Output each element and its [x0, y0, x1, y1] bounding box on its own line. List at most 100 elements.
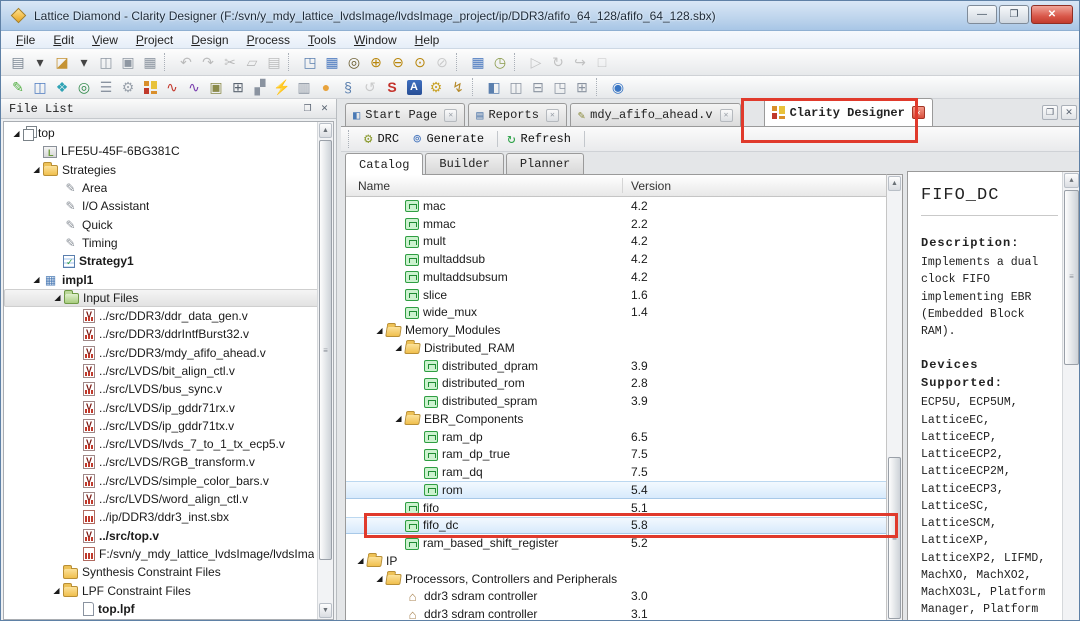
file-tree-item-src-lvds-simple-color-bars-v[interactable]: ../src/LVDS/simple_color_bars.v [4, 472, 333, 490]
clarity-designer-icon[interactable] [139, 77, 161, 97]
spreadsheet-view-icon[interactable]: ▦ [467, 52, 489, 72]
tile-windows-icon[interactable]: ⊞ [571, 77, 593, 97]
ip-express-icon[interactable]: ● [315, 77, 337, 97]
catalog-row-distributed-rom[interactable]: distributed_rom2.8 [346, 375, 886, 393]
open-file-icon[interactable]: ◪ [51, 52, 73, 72]
new-file-dropdown-icon[interactable]: ▾ [29, 52, 51, 72]
catalog-row-memory-modules[interactable]: ◢Memory_Modules [346, 321, 886, 339]
file-tree-item-input-files[interactable]: ◢Input Files [4, 289, 333, 307]
catalog-row-distributed-dpram[interactable]: distributed_dpram3.9 [346, 357, 886, 375]
copy-window-icon[interactable]: ◳ [299, 52, 321, 72]
tab-close-icon[interactable]: ✕ [720, 109, 733, 122]
floorplan-view-icon[interactable]: ⊞ [227, 77, 249, 97]
file-tree-item-top-lpf[interactable]: top.lpf [4, 600, 333, 618]
design-window-icon[interactable]: ◫ [29, 77, 51, 97]
file-tree-item-src-lvds-word-align-ctl-v[interactable]: ../src/LVDS/word_align_ctl.v [4, 490, 333, 508]
expand-arrow-icon[interactable]: ◢ [10, 129, 23, 138]
ncd-wave-icon[interactable]: ∿ [161, 77, 183, 97]
save-icon[interactable]: ◫ [95, 52, 117, 72]
debug-wand-icon[interactable]: ↯ [447, 77, 469, 97]
maximize-button[interactable]: ❐ [999, 5, 1029, 24]
expand-arrow-icon[interactable]: ◢ [373, 574, 386, 583]
catalog-row-ddr3-sdram-controller[interactable]: ⌂ddr3 sdram controller3.0 [346, 588, 886, 606]
file-tree-item-src-lvds-rgb-transform-v[interactable]: ../src/LVDS/RGB_transform.v [4, 453, 333, 471]
zoom-area-icon[interactable]: ⊙ [409, 52, 431, 72]
scrollbar-thumb[interactable]: ≡ [1064, 190, 1079, 365]
expand-arrow-icon[interactable]: ◢ [50, 586, 63, 595]
column-header-version[interactable]: Version [631, 179, 671, 193]
catalog-row-ddr3-sdram-controller[interactable]: ⌂ddr3 sdram controller3.1 [346, 605, 886, 621]
catalog-row-ram-dp-true[interactable]: ram_dp_true7.5 [346, 446, 886, 464]
file-tree-item-debug-files[interactable]: Debug Files [4, 618, 333, 620]
file-tree-item-src-ddr3-mdy-afifo-ahead-v[interactable]: ../src/DDR3/mdy_afifo_ahead.v [4, 344, 333, 362]
print-icon[interactable]: ▦ [139, 52, 161, 72]
catalog-row-ram-dp[interactable]: ram_dp6.5 [346, 428, 886, 446]
catalog-row-ram-based-shift-register[interactable]: ram_based_shift_register5.2 [346, 534, 886, 552]
column-divider[interactable] [622, 178, 623, 193]
file-tree-item-src-lvds-lvds-7-to-1-tx-ecp5-v[interactable]: ../src/LVDS/lvds_7_to_1_tx_ecp5.v [4, 435, 333, 453]
generate-button[interactable]: ⊚Generate [408, 129, 493, 150]
export-chip-icon[interactable]: ▣ [205, 77, 227, 97]
package-view-icon[interactable]: ❖ [51, 77, 73, 97]
catalog-row-mac[interactable]: mac4.2 [346, 197, 886, 215]
tab-start-page[interactable]: ◧Start Page✕ [345, 103, 465, 126]
file-tree-item-f-svn-y-mdy-lattice-lvdsimage-lvdsima[interactable]: F:/svn/y_mdy_lattice_lvdsImage/lvdsIma [4, 545, 333, 563]
tab-builder[interactable]: Builder [425, 153, 503, 174]
synplify-icon[interactable]: S [381, 77, 403, 97]
scroll-up-icon[interactable]: ▲ [888, 176, 901, 191]
catalog-row-fifo-dc[interactable]: fifo_dc5.8 [346, 517, 886, 535]
expand-arrow-icon[interactable]: ◢ [392, 343, 405, 352]
zoom-in-icon[interactable]: ⊕ [365, 52, 387, 72]
file-tree-item-strategies[interactable]: ◢Strategies [4, 161, 333, 179]
file-tree-item-ip-ddr3-ddr3-inst-sbx[interactable]: ../ip/DDR3/ddr3_inst.sbx [4, 508, 333, 526]
split-horizontal-icon[interactable]: ◫ [505, 77, 527, 97]
tab-float-icon[interactable]: ❐ [1042, 105, 1058, 120]
menu-help[interactable]: Help [406, 32, 449, 48]
file-tree-item-src-top-v[interactable]: ../src/top.v [4, 527, 333, 545]
file-tree-item-area[interactable]: ✎Area [4, 179, 333, 197]
spreadsheet-doc-icon[interactable]: § [337, 77, 359, 97]
file-tree-item-quick[interactable]: ✎Quick [4, 215, 333, 233]
tab-close-icon[interactable]: ✕ [912, 106, 925, 119]
close-button[interactable]: ✕ [1031, 5, 1073, 24]
menu-window[interactable]: Window [345, 32, 406, 48]
catalog-row-distributed-spram[interactable]: distributed_spram3.9 [346, 392, 886, 410]
column-header-name[interactable]: Name [346, 179, 390, 193]
refresh-button[interactable]: ↻Refresh [502, 129, 580, 150]
scroll-down-icon[interactable]: ▼ [319, 603, 332, 618]
hierarchy-icon[interactable]: ☰ [95, 77, 117, 97]
catalog-row-rom[interactable]: rom5.4 [346, 481, 886, 499]
expand-arrow-icon[interactable]: ◢ [392, 414, 405, 423]
expand-arrow-icon[interactable]: ◢ [373, 326, 386, 335]
tab-catalog[interactable]: Catalog [345, 153, 423, 175]
catalog-row-slice[interactable]: slice1.6 [346, 286, 886, 304]
find-in-files-icon[interactable]: ◎ [343, 52, 365, 72]
catalog-row-ebr-components[interactable]: ◢EBR_Components [346, 410, 886, 428]
expand-arrow-icon[interactable]: ◢ [51, 293, 64, 302]
programmer-icon[interactable]: ▥ [293, 77, 315, 97]
timing-analysis-icon[interactable]: ◷ [489, 52, 511, 72]
catalog-row-ip[interactable]: ◢IP [346, 552, 886, 570]
scrollbar-thumb[interactable]: ≡ [319, 140, 332, 560]
menu-design[interactable]: Design [182, 32, 237, 48]
file-tree-item-src-lvds-ip-gddr71tx-v[interactable]: ../src/LVDS/ip_gddr71tx.v [4, 417, 333, 435]
scroll-up-icon[interactable]: ▲ [1064, 173, 1079, 188]
file-tree-item-src-lvds-bus-sync-v[interactable]: ../src/LVDS/bus_sync.v [4, 380, 333, 398]
tab-close-icon[interactable]: ✕ [444, 109, 457, 122]
power-calculator-icon[interactable]: ⚡ [271, 77, 293, 97]
file-tree-item-src-ddr3-ddr-data-gen-v[interactable]: ../src/DDR3/ddr_data_gen.v [4, 307, 333, 325]
menu-process[interactable]: Process [238, 32, 299, 48]
menu-project[interactable]: Project [127, 32, 182, 48]
file-tree-item-src-lvds-bit-align-ctl-v[interactable]: ../src/LVDS/bit_align_ctl.v [4, 362, 333, 380]
catalog-row-mult[interactable]: mult4.2 [346, 233, 886, 251]
file-tree-item-src-lvds-ip-gddr71rx-v[interactable]: ../src/LVDS/ip_gddr71rx.v [4, 398, 333, 416]
physical-view-icon[interactable]: ▞ [249, 77, 271, 97]
settings-gears-icon[interactable]: ⚙ [425, 77, 447, 97]
drc-button[interactable]: ⚙DRC [359, 129, 408, 150]
new-window-icon[interactable]: ◧ [483, 77, 505, 97]
scrollbar-thumb[interactable]: ≡ [888, 457, 901, 619]
new-file-icon[interactable]: ▤ [7, 52, 29, 72]
zoom-out-icon[interactable]: ⊖ [387, 52, 409, 72]
catalog-row-wide-mux[interactable]: wide_mux1.4 [346, 304, 886, 322]
catalog-scrollbar[interactable]: ▲ ≡ [886, 174, 903, 621]
